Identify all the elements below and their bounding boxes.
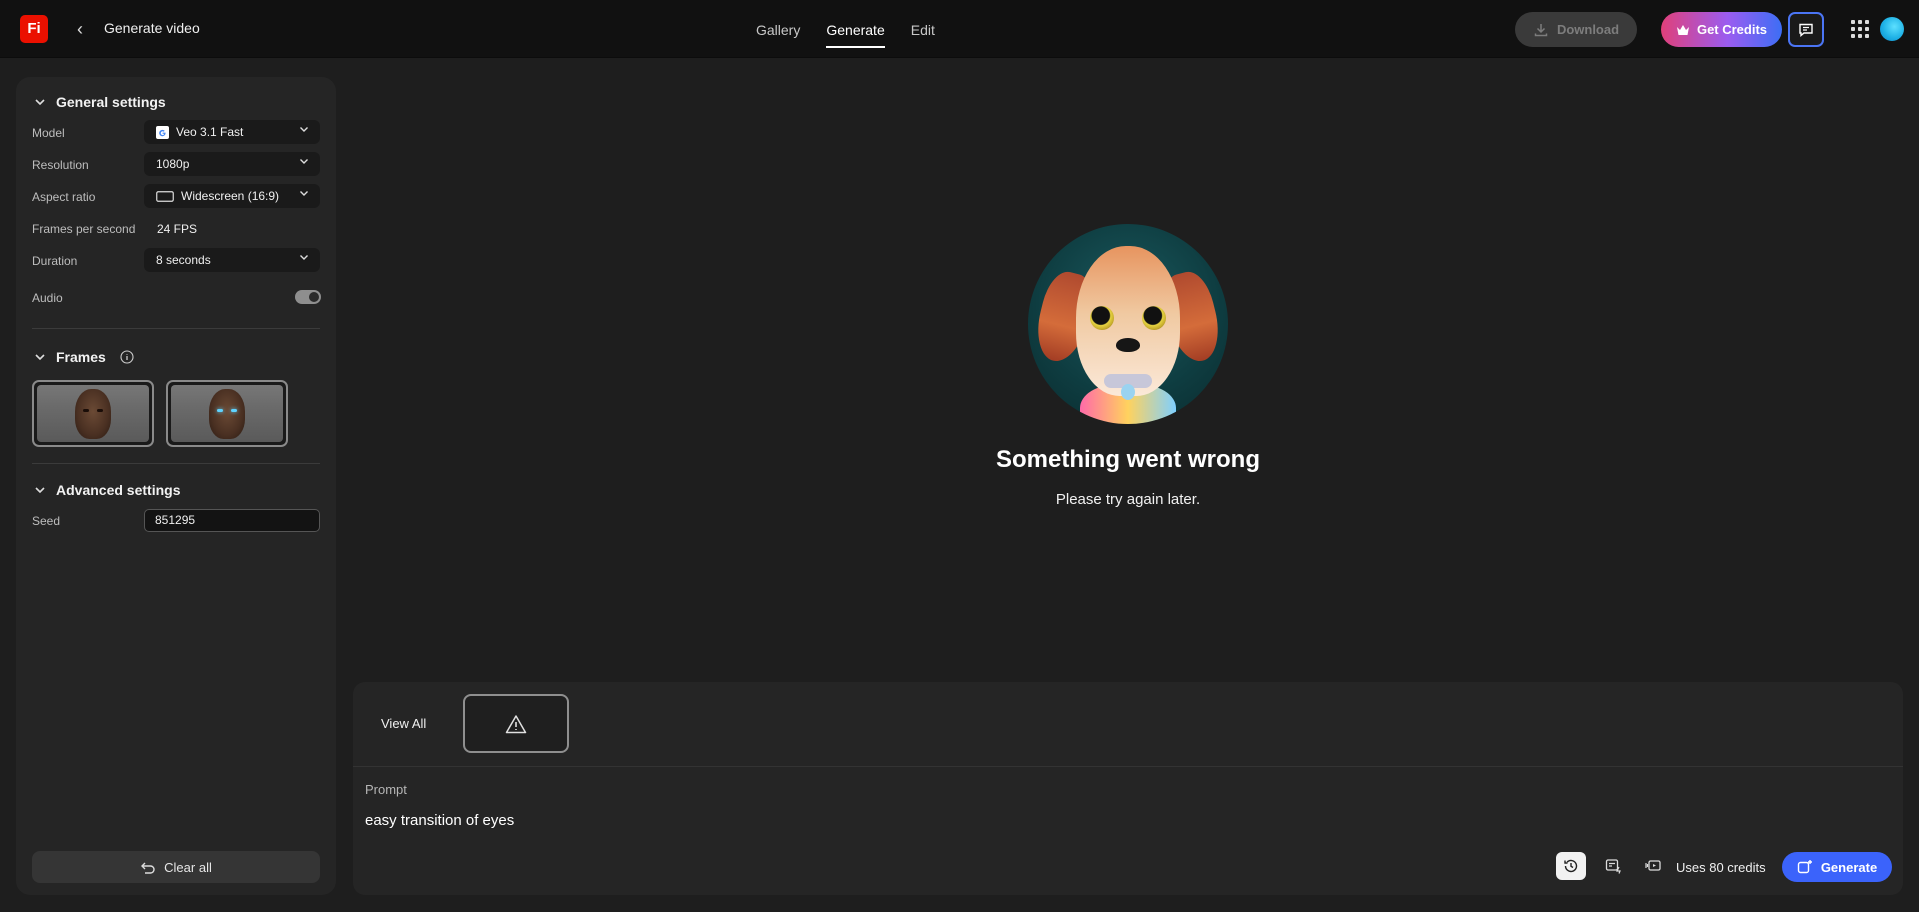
style-icon [1605,859,1621,874]
chat-bubble-icon [1799,23,1813,37]
chevron-down-icon [300,159,308,164]
settings-panel: General settings Model Veo 3.1 Fast Reso… [16,77,336,895]
page-title: Generate video [104,20,200,36]
error-message: Please try again later. [1055,491,1201,508]
aspect-ratio-value: Widescreen (16:9) [181,189,280,203]
info-icon[interactable] [120,350,134,364]
chevron-down-icon [300,255,308,260]
end-frame-image [171,385,283,442]
widescreen-icon [156,190,174,202]
chevron-down-icon [300,191,308,196]
download-label: Download [1556,22,1620,37]
face-image [209,389,245,439]
firefly-logo[interactable]: Fi [20,15,48,43]
divider [32,463,320,464]
history-icon [1564,859,1578,873]
start-frame-image [37,385,149,442]
chevron-down-icon [35,354,45,361]
resolution-select[interactable]: 1080p [144,152,320,176]
prompt-panel: View All Prompt easy transition of eyes … [353,682,1903,895]
audio-toggle[interactable] [295,290,321,304]
prompt-history-button[interactable] [1556,852,1586,880]
apps-grid-icon[interactable] [1848,17,1872,41]
google-logo-icon [156,125,169,139]
view-all-link[interactable]: View All [381,716,426,731]
chevron-down-icon [35,487,45,494]
back-arrow-icon[interactable]: ‹ [70,17,90,41]
prompt-label: Prompt [365,782,407,797]
duration-label: Duration [32,254,78,268]
advanced-settings-title: Advanced settings [56,482,181,498]
resolution-value: 1080p [156,157,190,171]
duration-select[interactable]: 8 seconds [144,248,320,272]
start-frame-thumbnail[interactable] [32,380,154,447]
face-image [75,389,111,439]
warning-icon [505,714,527,733]
get-credits-button[interactable]: Get Credits [1661,12,1782,47]
avatar[interactable] [1880,17,1904,41]
get-credits-label: Get Credits [1696,22,1768,37]
credits-cost-text: Uses 80 credits [1676,860,1766,875]
duration-value: 8 seconds [156,253,211,267]
frames-title: Frames [56,349,106,365]
generate-label: Generate [1820,859,1878,875]
aspect-ratio-label: Aspect ratio [32,190,96,204]
undo-icon [141,862,155,874]
error-title: Something went wrong [996,446,1260,473]
seed-label: Seed [32,514,61,528]
camera-motion-icon [1645,860,1661,871]
camera-motion-button[interactable] [1638,852,1668,880]
model-value: Veo 3.1 Fast [176,125,244,139]
feedback-button[interactable] [1788,12,1824,47]
clear-all-label: Clear all [164,859,212,875]
divider [32,328,320,329]
general-settings-title: General settings [56,94,166,110]
aspect-ratio-select[interactable]: Widescreen (16:9) [144,184,320,208]
download-icon [1534,23,1548,36]
fps-value: 24 FPS [157,222,198,236]
audio-label: Audio [32,291,63,305]
top-bar: Fi ‹ Generate video Gallery Generate Edi… [0,0,1919,58]
chevron-down-icon [35,99,45,106]
general-settings-header[interactable]: General settings [34,94,166,110]
generate-icon [1797,860,1812,874]
generate-button[interactable]: Generate [1782,852,1892,882]
nav-tabs: Gallery Generate Edit [756,22,961,48]
prompt-input[interactable]: easy transition of eyes [365,812,514,829]
style-settings-button[interactable] [1599,852,1629,880]
crown-icon [1676,24,1689,35]
advanced-settings-header[interactable]: Advanced settings [34,482,180,498]
model-label: Model [32,126,65,140]
download-button[interactable]: Download [1515,12,1637,47]
seed-input[interactable]: 851295 [144,509,320,532]
tab-generate[interactable]: Generate [826,22,885,48]
divider [353,766,1903,767]
end-frame-thumbnail[interactable] [166,380,288,447]
failed-generation-thumbnail[interactable] [463,694,569,753]
chevron-down-icon [300,127,308,132]
fps-label: Frames per second [32,222,136,236]
clear-all-button[interactable]: Clear all [32,851,320,883]
tab-gallery[interactable]: Gallery [756,22,800,48]
resolution-label: Resolution [32,158,89,172]
model-select[interactable]: Veo 3.1 Fast [144,120,320,144]
frames-header[interactable]: Frames [34,349,134,365]
tab-edit[interactable]: Edit [911,22,935,48]
error-illustration [1028,224,1228,424]
